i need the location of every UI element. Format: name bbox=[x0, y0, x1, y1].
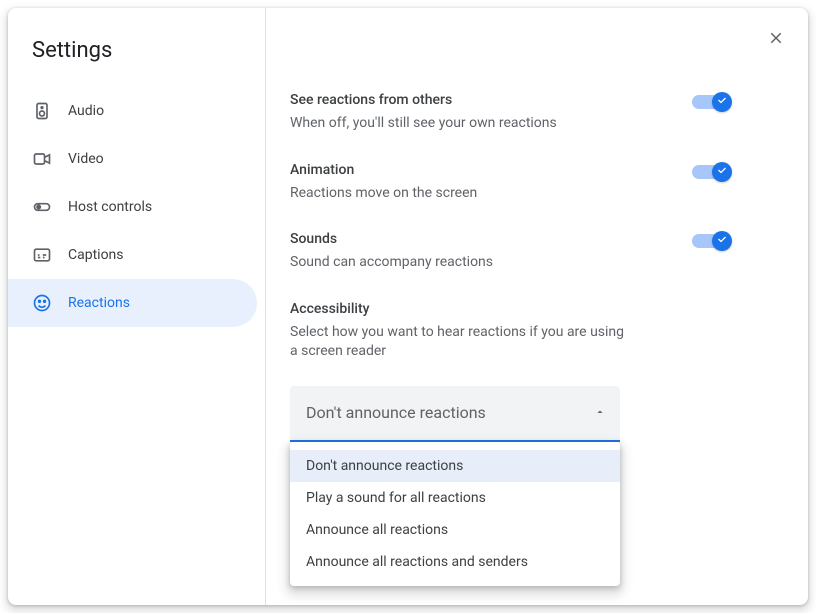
setting-animation: Animation Reactions move on the screen bbox=[290, 162, 728, 204]
sidebar-item-host-controls[interactable]: Host controls bbox=[8, 183, 257, 231]
accessibility-dropdown: Don't announce reactions Play a sound fo… bbox=[290, 442, 620, 586]
see-reactions-toggle[interactable] bbox=[692, 92, 728, 112]
dropdown-option[interactable]: Announce all reactions and senders bbox=[290, 546, 620, 578]
sidebar-item-label: Host controls bbox=[68, 199, 152, 215]
video-icon bbox=[32, 149, 52, 169]
setting-title: Accessibility bbox=[290, 301, 630, 317]
check-icon bbox=[716, 164, 728, 180]
sidebar-item-audio[interactable]: Audio bbox=[8, 87, 257, 135]
dropdown-option[interactable]: Announce all reactions bbox=[290, 514, 620, 546]
sidebar-item-label: Video bbox=[68, 151, 104, 167]
accessibility-select-wrap: Don't announce reactions Don't announce … bbox=[290, 386, 620, 442]
sidebar-item-captions[interactable]: Captions bbox=[8, 231, 257, 279]
toggle-icon bbox=[32, 197, 52, 217]
animation-toggle[interactable] bbox=[692, 162, 728, 182]
sidebar-item-label: Audio bbox=[68, 103, 104, 119]
setting-description: Sound can accompany reactions bbox=[290, 253, 493, 273]
setting-accessibility: Accessibility Select how you want to hea… bbox=[290, 301, 728, 442]
accessibility-select[interactable]: Don't announce reactions bbox=[290, 386, 620, 442]
dialog-title: Settings bbox=[8, 32, 265, 87]
setting-description: When off, you'll still see your own reac… bbox=[290, 114, 557, 134]
sounds-toggle[interactable] bbox=[692, 231, 728, 251]
setting-title: Sounds bbox=[290, 231, 493, 247]
sidebar-item-label: Captions bbox=[68, 247, 124, 263]
setting-sounds: Sounds Sound can accompany reactions bbox=[290, 231, 728, 273]
setting-see-reactions: See reactions from others When off, you'… bbox=[290, 92, 728, 134]
check-icon bbox=[716, 94, 728, 110]
speaker-icon bbox=[32, 101, 52, 121]
emoji-icon bbox=[32, 293, 52, 313]
dropdown-option[interactable]: Play a sound for all reactions bbox=[290, 482, 620, 514]
captions-icon bbox=[32, 245, 52, 265]
settings-content: See reactions from others When off, you'… bbox=[266, 8, 808, 605]
sidebar-item-reactions[interactable]: Reactions bbox=[8, 279, 257, 327]
setting-title: See reactions from others bbox=[290, 92, 557, 108]
setting-title: Animation bbox=[290, 162, 477, 178]
select-value: Don't announce reactions bbox=[306, 403, 486, 422]
settings-dialog: Settings Audio Video Host controls Capti… bbox=[8, 8, 808, 605]
setting-description: Reactions move on the screen bbox=[290, 184, 477, 204]
chevron-up-icon bbox=[594, 403, 606, 422]
check-icon bbox=[716, 233, 728, 249]
sidebar-item-video[interactable]: Video bbox=[8, 135, 257, 183]
sidebar: Settings Audio Video Host controls Capti… bbox=[8, 8, 266, 605]
sidebar-item-label: Reactions bbox=[68, 295, 130, 311]
dropdown-option[interactable]: Don't announce reactions bbox=[290, 450, 620, 482]
setting-description: Select how you want to hear reactions if… bbox=[290, 323, 630, 362]
